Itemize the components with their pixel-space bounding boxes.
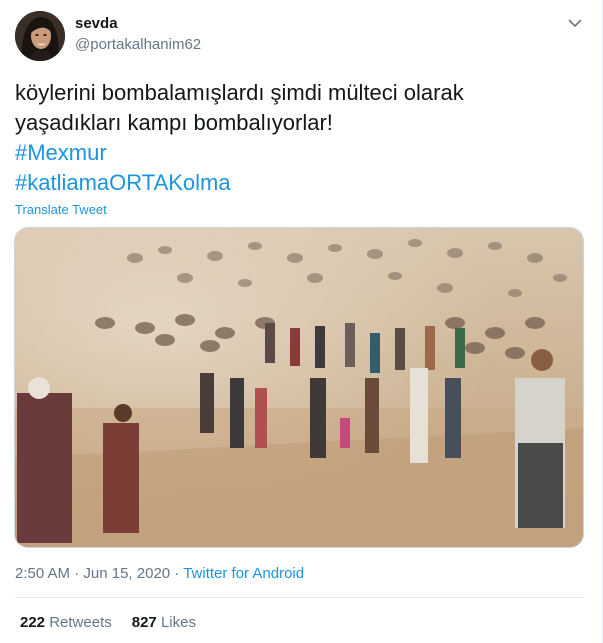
likes-count: 827 [131,614,157,631]
translate-tweet-link[interactable]: Translate Tweet [15,202,107,217]
tweet-source-link[interactable]: Twitter for Android [183,565,304,582]
tweet-text-line: yaşadıkları kampı bombalıyorlar! [15,110,333,135]
retweets-count: 222 [20,614,46,631]
user-handle[interactable]: @portakalhanim62 [75,36,201,53]
meta-separator: · [170,565,184,582]
tweet-time[interactable]: 2:50 AM [15,565,70,582]
meta-separator: · [70,565,84,582]
tweet-stats: 222 Retweets 827 Likes [20,614,196,631]
retweets-stat[interactable]: 222 Retweets [20,614,112,631]
tweet-photo[interactable] [14,227,584,548]
photo-image [15,228,583,547]
retweets-label: Retweets [49,614,112,631]
likes-stat[interactable]: 827 Likes [132,614,196,631]
display-name[interactable]: sevda [75,15,118,32]
divider [15,597,585,598]
tweet-card: sevda @portakalhanim62 köylerini bombala… [0,0,603,643]
likes-label: Likes [160,614,196,631]
avatar[interactable] [15,11,65,61]
tweet-text-line: köylerini bombalamışlardı şimdi mülteci … [15,80,464,105]
hashtag-link[interactable]: #Mexmur [15,138,585,168]
chevron-down-icon [568,19,582,27]
hashtag-link[interactable]: #katliamaORTAKolma [15,168,585,198]
more-options-button[interactable] [566,14,584,32]
tweet-text: köylerini bombalamışlardı şimdi mülteci … [15,78,585,198]
tweet-meta: 2:50 AM · Jun 15, 2020 · Twitter for And… [15,565,304,582]
avatar-image [15,11,65,61]
tweet-date[interactable]: Jun 15, 2020 [83,565,170,582]
